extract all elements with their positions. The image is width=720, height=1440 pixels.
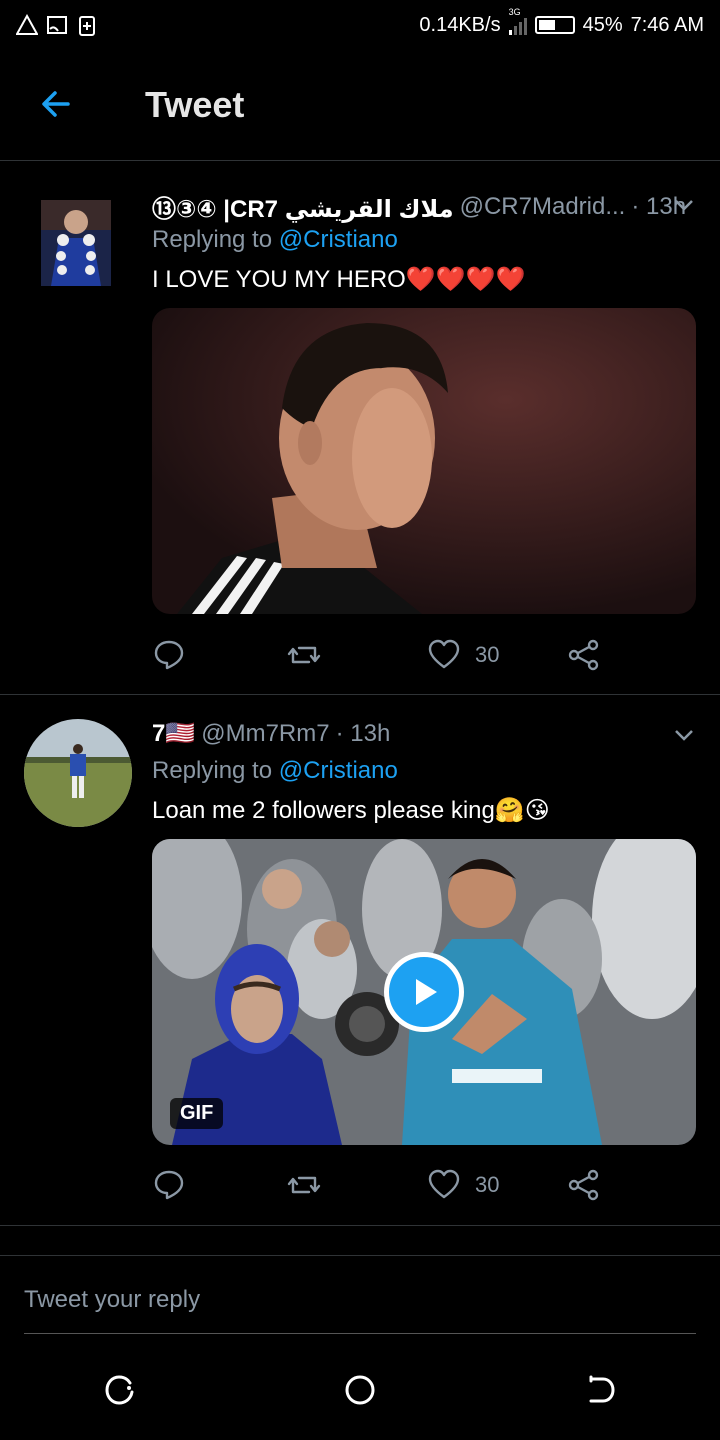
user-handle[interactable]: @CR7Madrid... [460,193,626,221]
heart-icon [428,1169,460,1199]
tweet[interactable]: 7🇺🇸 @Mm7Rm7 · 13h Replying to @Cristiano… [0,695,720,1225]
replying-to-line: Replying to @Cristiano [152,226,398,254]
retweet-button[interactable] [287,1168,427,1202]
heart-icon [428,639,460,669]
network-speed: 0.14KB/s [419,13,501,36]
gif-badge: GIF [170,1098,224,1129]
app-bar: Tweet [0,60,720,150]
mention-link[interactable]: @Cristiano [279,226,398,253]
battery-icon [534,16,575,34]
tweet-text: I LOVE YOU MY HERO❤️❤️❤️❤️ [152,266,526,293]
reply-icon [154,640,184,670]
display-name[interactable]: 7🇺🇸 [152,719,195,748]
tweet-image[interactable] [152,308,696,614]
battery-percent: 45% [582,13,623,36]
divider [0,1225,720,1226]
recents-icon [105,1375,134,1405]
signal-icon: 3G [508,7,527,35]
user-handle[interactable]: @Mm7Rm7 [201,720,329,748]
like-count: 30 [475,642,500,667]
like-button[interactable]: 30 [427,1168,567,1202]
tweet-text: Loan me 2 followers please king🤗😘 [152,797,550,824]
battery-saver-icon [76,14,98,36]
back-nav-icon [589,1375,615,1403]
divider [0,160,720,161]
like-count: 30 [475,1172,500,1197]
back-button[interactable] [578,1368,622,1412]
like-button[interactable]: 30 [427,638,567,672]
recents-button[interactable] [98,1368,142,1412]
page-title: Tweet [145,84,245,125]
tweet-actions: 30 [152,1165,622,1205]
back-arrow-icon[interactable] [34,82,78,126]
system-nav-bar [0,1340,720,1440]
reply-icon [154,1170,184,1200]
reply-input[interactable]: Tweet your reply [24,1286,200,1314]
retweet-icon [287,646,321,664]
warning-triangle-icon [16,14,38,36]
mention-link[interactable]: @Cristiano [279,757,398,784]
avatar[interactable] [24,719,132,827]
replying-to-line: Replying to @Cristiano [152,757,398,785]
chevron-down-icon[interactable] [672,723,696,747]
cast-icon [46,14,68,36]
reply-button[interactable] [152,638,287,672]
replying-prefix: Replying to [152,226,273,253]
tweet-actions: 30 [152,635,622,675]
retweet-icon [287,1176,321,1194]
tweet-time: · 13h [335,719,391,747]
replying-prefix: Replying to [152,757,273,784]
tweet-gif[interactable]: GIF [152,839,696,1145]
home-icon [345,1375,375,1405]
chevron-down-icon[interactable] [672,193,696,217]
network-type: 3G [508,7,521,17]
share-button[interactable] [567,1168,601,1202]
tweet[interactable]: ⑬③④ |CR7 ملاك القريشي @CR7Madrid... · 13… [0,165,720,693]
reply-button[interactable] [152,1168,287,1202]
share-icon [568,639,599,671]
play-button[interactable] [384,952,464,1032]
reply-underline [24,1333,696,1334]
share-icon [568,1169,599,1201]
clock: 7:46 AM [630,13,704,36]
display-name[interactable]: ⑬③④ |CR7 ملاك القريشي [152,189,454,224]
status-bar: 0.14KB/s 3G 45% 7:46 AM [0,0,720,50]
play-icon [416,979,437,1005]
share-button[interactable] [567,638,601,672]
reply-bar: Tweet your reply [0,1255,720,1335]
home-button[interactable] [338,1368,382,1412]
retweet-button[interactable] [287,638,427,672]
avatar[interactable] [41,200,111,286]
